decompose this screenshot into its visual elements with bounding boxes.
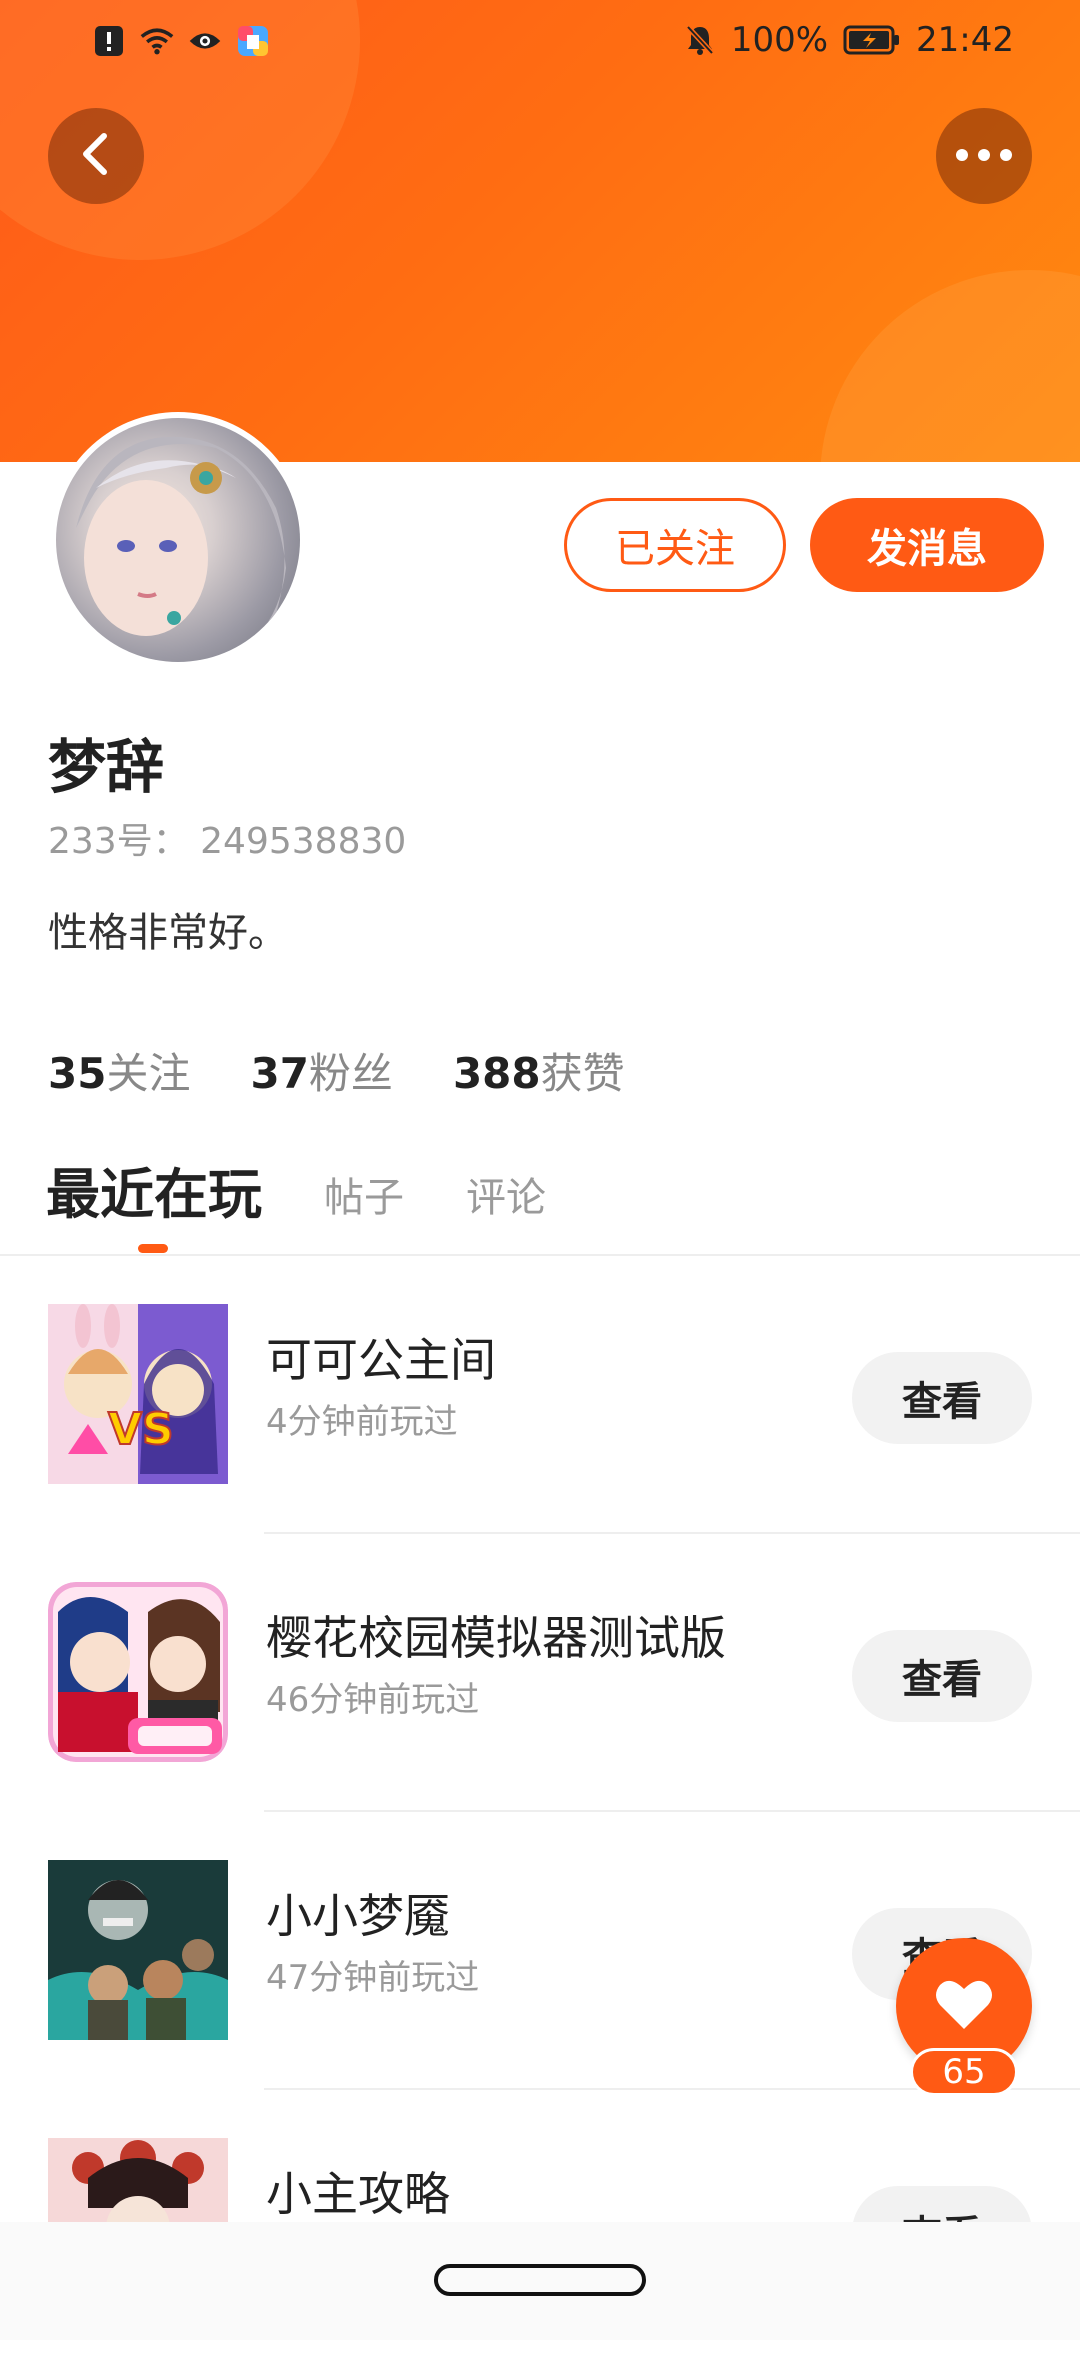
game-icon: [48, 1860, 228, 2040]
app-notification-icon: [236, 24, 270, 58]
avatar[interactable]: [50, 412, 306, 668]
stat-following[interactable]: 35关注: [48, 1040, 190, 1101]
game-last-played: 4分钟前玩过: [266, 1402, 458, 1442]
follow-status-button[interactable]: 已关注: [564, 498, 786, 592]
wifi-icon: [140, 24, 174, 58]
tab-posts[interactable]: 帖子: [324, 1165, 404, 1229]
game-icon: VS: [48, 1304, 228, 1484]
status-bar: 100% 21:42: [0, 0, 1080, 84]
view-game-button[interactable]: 查看: [852, 1352, 1032, 1444]
send-message-button[interactable]: 发消息: [810, 498, 1044, 592]
game-name: 可可公主间: [266, 1333, 496, 1387]
game-list-item[interactable]: VS 可可公主间 4分钟前玩过 查看: [0, 1256, 1080, 1534]
game-name: 樱花校园模拟器测试版: [266, 1611, 726, 1665]
stat-number: 35: [48, 1049, 107, 1098]
like-count-badge: 65: [910, 2048, 1018, 2096]
status-icons-right: 100% 21:42: [683, 20, 1014, 60]
more-button[interactable]: [936, 108, 1032, 204]
banner-decoration: [820, 270, 1080, 462]
avatar-image: [56, 418, 300, 662]
alert-icon: [92, 24, 126, 58]
stat-label: 获赞: [540, 1049, 625, 1098]
profile-tabs: 最近在玩 帖子 评论: [46, 1150, 546, 1229]
stat-likes[interactable]: 388获赞: [453, 1040, 625, 1101]
stat-number: 37: [250, 1049, 309, 1098]
stat-number: 388: [452, 1049, 541, 1098]
username: 梦辞: [48, 733, 165, 801]
more-dots-icon: [954, 147, 1014, 166]
system-nav-bar: [0, 2222, 1080, 2340]
game-icon: [48, 1582, 228, 1762]
mute-bell-icon: [683, 23, 717, 57]
battery-percent: 100%: [730, 20, 829, 60]
game-last-played: 47分钟前玩过: [266, 1958, 480, 1998]
tab-indicator: [138, 1244, 168, 1253]
game-last-played: 46分钟前玩过: [266, 1680, 480, 1720]
user-bio: 性格非常好。: [48, 910, 288, 956]
eye-icon: [188, 24, 222, 58]
heart-icon: [934, 1977, 994, 2035]
tab-recently-played[interactable]: 最近在玩: [46, 1150, 262, 1229]
stat-followers[interactable]: 37粉丝: [250, 1040, 392, 1101]
home-gesture-bar[interactable]: [434, 2264, 646, 2296]
tab-comments[interactable]: 评论: [466, 1165, 546, 1229]
view-game-button[interactable]: 查看: [852, 1630, 1032, 1722]
game-name: 小小梦魇: [266, 1889, 450, 1943]
game-name: 小主攻略: [266, 2167, 450, 2221]
profile-stats: 35关注 37粉丝 388获赞: [48, 1040, 625, 1101]
user-id: 233号： 249538830: [48, 821, 407, 862]
battery-charging-icon: [842, 23, 902, 57]
stat-label: 关注: [106, 1049, 191, 1098]
clock: 21:42: [916, 20, 1014, 60]
stat-label: 粉丝: [308, 1049, 393, 1098]
svg-text:VS: VS: [108, 1404, 174, 1455]
status-icons-left: [92, 24, 270, 58]
back-button[interactable]: [48, 108, 144, 204]
game-list-item[interactable]: 樱花校园模拟器测试版 46分钟前玩过 查看: [0, 1534, 1080, 1812]
back-arrow-icon: [76, 130, 116, 182]
